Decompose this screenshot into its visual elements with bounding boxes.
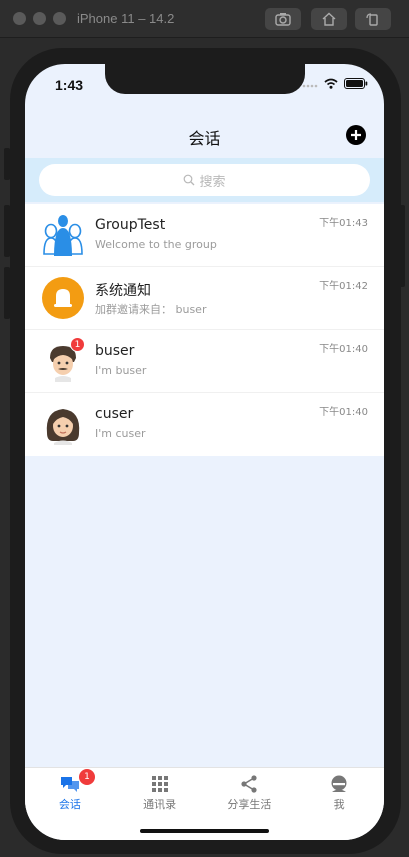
tab-label: 分享生活: [227, 798, 272, 811]
close-window-button[interactable]: [13, 12, 26, 25]
tab-label: 我: [333, 798, 345, 811]
conversation-title: buser: [95, 343, 135, 359]
conversation-preview: 加群邀请来自： buser: [95, 303, 207, 316]
conversation-title: 系统通知: [95, 283, 151, 299]
plus-icon: [351, 130, 361, 140]
conversation-item-cuser[interactable]: cuser I'm cuser 下午01:40: [25, 393, 384, 456]
conversation-item-buser[interactable]: 1 buser I'm buser 下午01:40: [25, 330, 384, 393]
zoom-window-button[interactable]: [53, 12, 66, 25]
home-button[interactable]: [311, 8, 347, 30]
home-indicator: [140, 829, 269, 833]
volume-up-button: [4, 205, 10, 257]
conversation-preview: Welcome to the group: [95, 238, 217, 251]
status-time: 1:43: [55, 77, 84, 93]
conversation-item-system-notice[interactable]: 系统通知 加群邀请来自： buser 下午01:42: [25, 267, 384, 330]
notch: [105, 64, 305, 94]
power-button: [399, 205, 405, 287]
grid-icon: [151, 776, 168, 792]
simulator-title-bar: iPhone 11 – 14.2: [0, 0, 409, 38]
camera-icon: [275, 13, 291, 26]
status-icons: [302, 78, 368, 89]
chat-icon: [60, 777, 79, 792]
search-icon: [184, 174, 195, 186]
conversation-title: cuser: [95, 406, 134, 422]
conversation-preview: I'm cuser: [95, 427, 146, 440]
conversation-time: 下午01:40: [319, 407, 368, 418]
tab-conversations[interactable]: 1 会话: [25, 768, 115, 840]
share-icon: [241, 775, 257, 793]
wifi-icon: [324, 78, 338, 89]
page-title: 会话: [188, 129, 221, 148]
mute-switch: [4, 148, 10, 180]
add-button[interactable]: [346, 125, 366, 145]
search-input[interactable]: 搜索: [39, 164, 370, 196]
signal-icon: [302, 84, 318, 87]
conversation-list: GroupTest Welcome to the group 下午01:43 系…: [25, 204, 384, 456]
search-bar: 搜索: [25, 158, 384, 202]
female-avatar: [42, 403, 84, 445]
tab-label: 会话: [58, 798, 81, 811]
home-icon: [322, 12, 336, 26]
nav-bar: 会话: [25, 116, 384, 158]
conversation-preview: I'm buser: [95, 364, 147, 377]
tab-badge: 1: [79, 769, 95, 785]
search-placeholder: 搜索: [199, 174, 226, 190]
rotate-icon: [366, 13, 378, 26]
unread-badge: 1: [70, 337, 85, 352]
phone-screen: 1:43 会话 搜索 GroupTest Welcome to the grou…: [25, 64, 384, 840]
volume-down-button: [4, 267, 10, 319]
conversation-title: GroupTest: [95, 217, 166, 233]
bell-icon: [42, 277, 84, 319]
conversation-item-grouptest[interactable]: GroupTest Welcome to the group 下午01:43: [25, 204, 384, 267]
screenshot-button[interactable]: [265, 8, 301, 30]
conversation-time: 下午01:42: [319, 281, 368, 292]
minimize-window-button[interactable]: [33, 12, 46, 25]
user-icon: [331, 775, 347, 792]
window-title: iPhone 11 – 14.2: [77, 11, 175, 26]
tab-label: 通讯录: [143, 798, 177, 811]
conversation-time: 下午01:43: [319, 218, 368, 229]
group-icon: [42, 214, 84, 256]
conversation-time: 下午01:40: [319, 344, 368, 355]
battery-icon: [344, 78, 368, 89]
rotate-button[interactable]: [355, 8, 391, 30]
tab-me[interactable]: 我: [294, 768, 384, 840]
